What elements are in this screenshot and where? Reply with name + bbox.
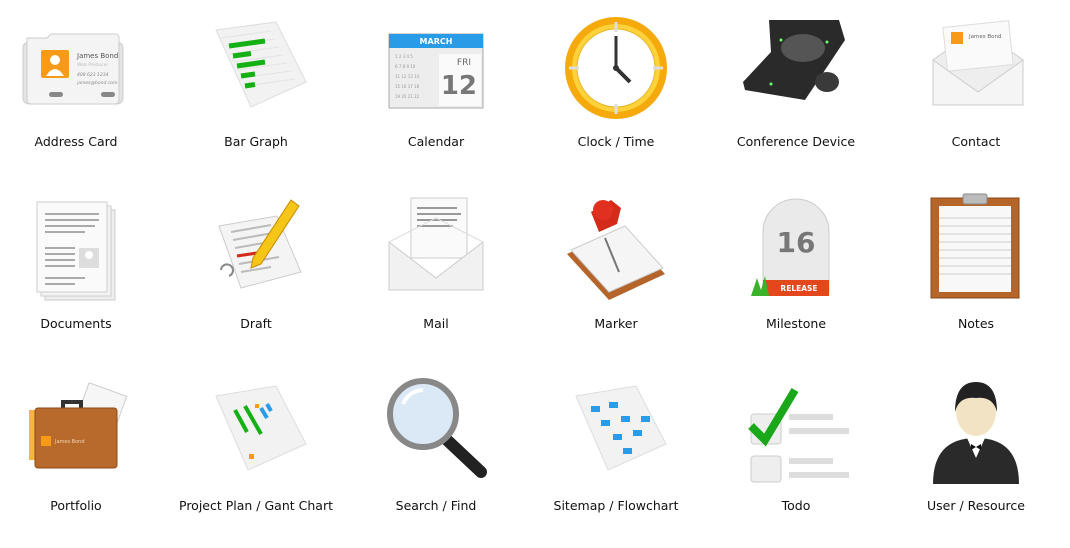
svg-text:16: 16 (777, 226, 816, 259)
icon-label: Notes (957, 316, 995, 331)
svg-text:james@bond.com: james@bond.com (76, 80, 118, 86)
project-plan-icon (215, 385, 307, 471)
icon-label: Conference Device (736, 134, 856, 149)
calendar-icon: MARCH 1 2 3 4 5 6 7 8 9 10 11 12 13 14 15 1… (388, 33, 484, 109)
icon-label: Calendar (407, 134, 465, 149)
conference-device-icon (743, 20, 845, 100)
icon-address-card[interactable]: James Bond Web Producer 408 623 1234 jam… (0, 0, 166, 170)
draft-icon (218, 199, 302, 289)
svg-text:15 16 17 18: 15 16 17 18 (395, 84, 420, 89)
svg-text:6 7 8 9 10: 6 7 8 9 10 (395, 64, 416, 69)
icon-sitemap[interactable]: Sitemap / Flowchart (526, 364, 706, 534)
icon-label: Documents (40, 316, 112, 331)
icon-mail[interactable]: Mail (346, 182, 526, 352)
icon-todo[interactable]: Todo (706, 364, 886, 534)
icon-label: Milestone (765, 316, 827, 331)
icon-marker[interactable]: Marker (526, 182, 706, 352)
icon-draft[interactable]: Draft (166, 182, 346, 352)
svg-text:James Bond: James Bond (54, 439, 85, 445)
icon-contact[interactable]: James Bond Contact (886, 0, 1066, 170)
icon-notes[interactable]: Notes (886, 182, 1066, 352)
icon-label: Sitemap / Flowchart (553, 498, 679, 513)
icon-label: Draft (240, 316, 272, 331)
search-icon (387, 378, 487, 478)
icon-project-plan[interactable]: Project Plan / Gant Chart (166, 364, 346, 534)
svg-text:James Bond: James Bond (76, 52, 118, 60)
marker-icon (567, 200, 665, 300)
icon-label: Search / Find (395, 498, 477, 513)
svg-text:RELEASE: RELEASE (780, 284, 817, 293)
icon-label: Address Card (34, 134, 118, 149)
todo-icon (748, 387, 849, 483)
icon-label: Contact (951, 134, 1001, 149)
notes-icon (930, 193, 1020, 299)
icon-conference-device[interactable]: Conference Device (706, 0, 886, 170)
svg-text:1 2 3 4 5: 1 2 3 4 5 (395, 54, 413, 59)
icon-label: Todo (781, 498, 811, 513)
portfolio-icon: James Bond (29, 382, 128, 469)
icon-documents[interactable]: Documents (0, 182, 166, 352)
icon-label: Project Plan / Gant Chart (179, 498, 333, 513)
icon-calendar[interactable]: MARCH 1 2 3 4 5 6 7 8 9 10 11 12 13 14 15 1… (346, 0, 526, 170)
sitemap-icon (575, 385, 667, 471)
icon-label: User / Resource (927, 498, 1025, 513)
svg-text:James Bond: James Bond (968, 34, 1001, 40)
documents-icon (36, 201, 116, 301)
contact-icon: James Bond (932, 20, 1024, 106)
icon-milestone[interactable]: 16 RELEASE Milestone (706, 182, 886, 352)
svg-text:11 12 13 14: 11 12 13 14 (395, 74, 420, 79)
icon-user[interactable]: User / Resource (886, 364, 1066, 534)
icon-label: Portfolio (50, 498, 102, 513)
address-card-icon: James Bond Web Producer 408 623 1234 jam… (22, 33, 124, 105)
icon-label: Clock / Time (577, 134, 655, 149)
icon-portfolio[interactable]: James Bond Portfolio (0, 364, 166, 534)
milestone-icon: 16 RELEASE (751, 198, 830, 296)
svg-text:408 623 1234: 408 623 1234 (77, 72, 109, 78)
bar-graph-icon (215, 21, 307, 108)
svg-text:FRI: FRI (457, 58, 471, 68)
svg-text:19 20 21 22: 19 20 21 22 (395, 94, 420, 99)
icon-clock[interactable]: Clock / Time (526, 0, 706, 170)
mail-icon (388, 197, 484, 291)
user-icon (933, 382, 1019, 484)
icon-label: Bar Graph (224, 134, 288, 149)
icon-search[interactable]: Search / Find (346, 364, 526, 534)
icon-label: Mail (423, 316, 449, 331)
svg-text:Web Producer: Web Producer (77, 62, 108, 68)
clock-icon (565, 17, 667, 119)
svg-text:MARCH: MARCH (420, 37, 453, 46)
icon-label: Marker (594, 316, 638, 331)
icon-bar-graph[interactable]: Bar Graph (166, 0, 346, 170)
svg-text:12: 12 (441, 71, 477, 101)
